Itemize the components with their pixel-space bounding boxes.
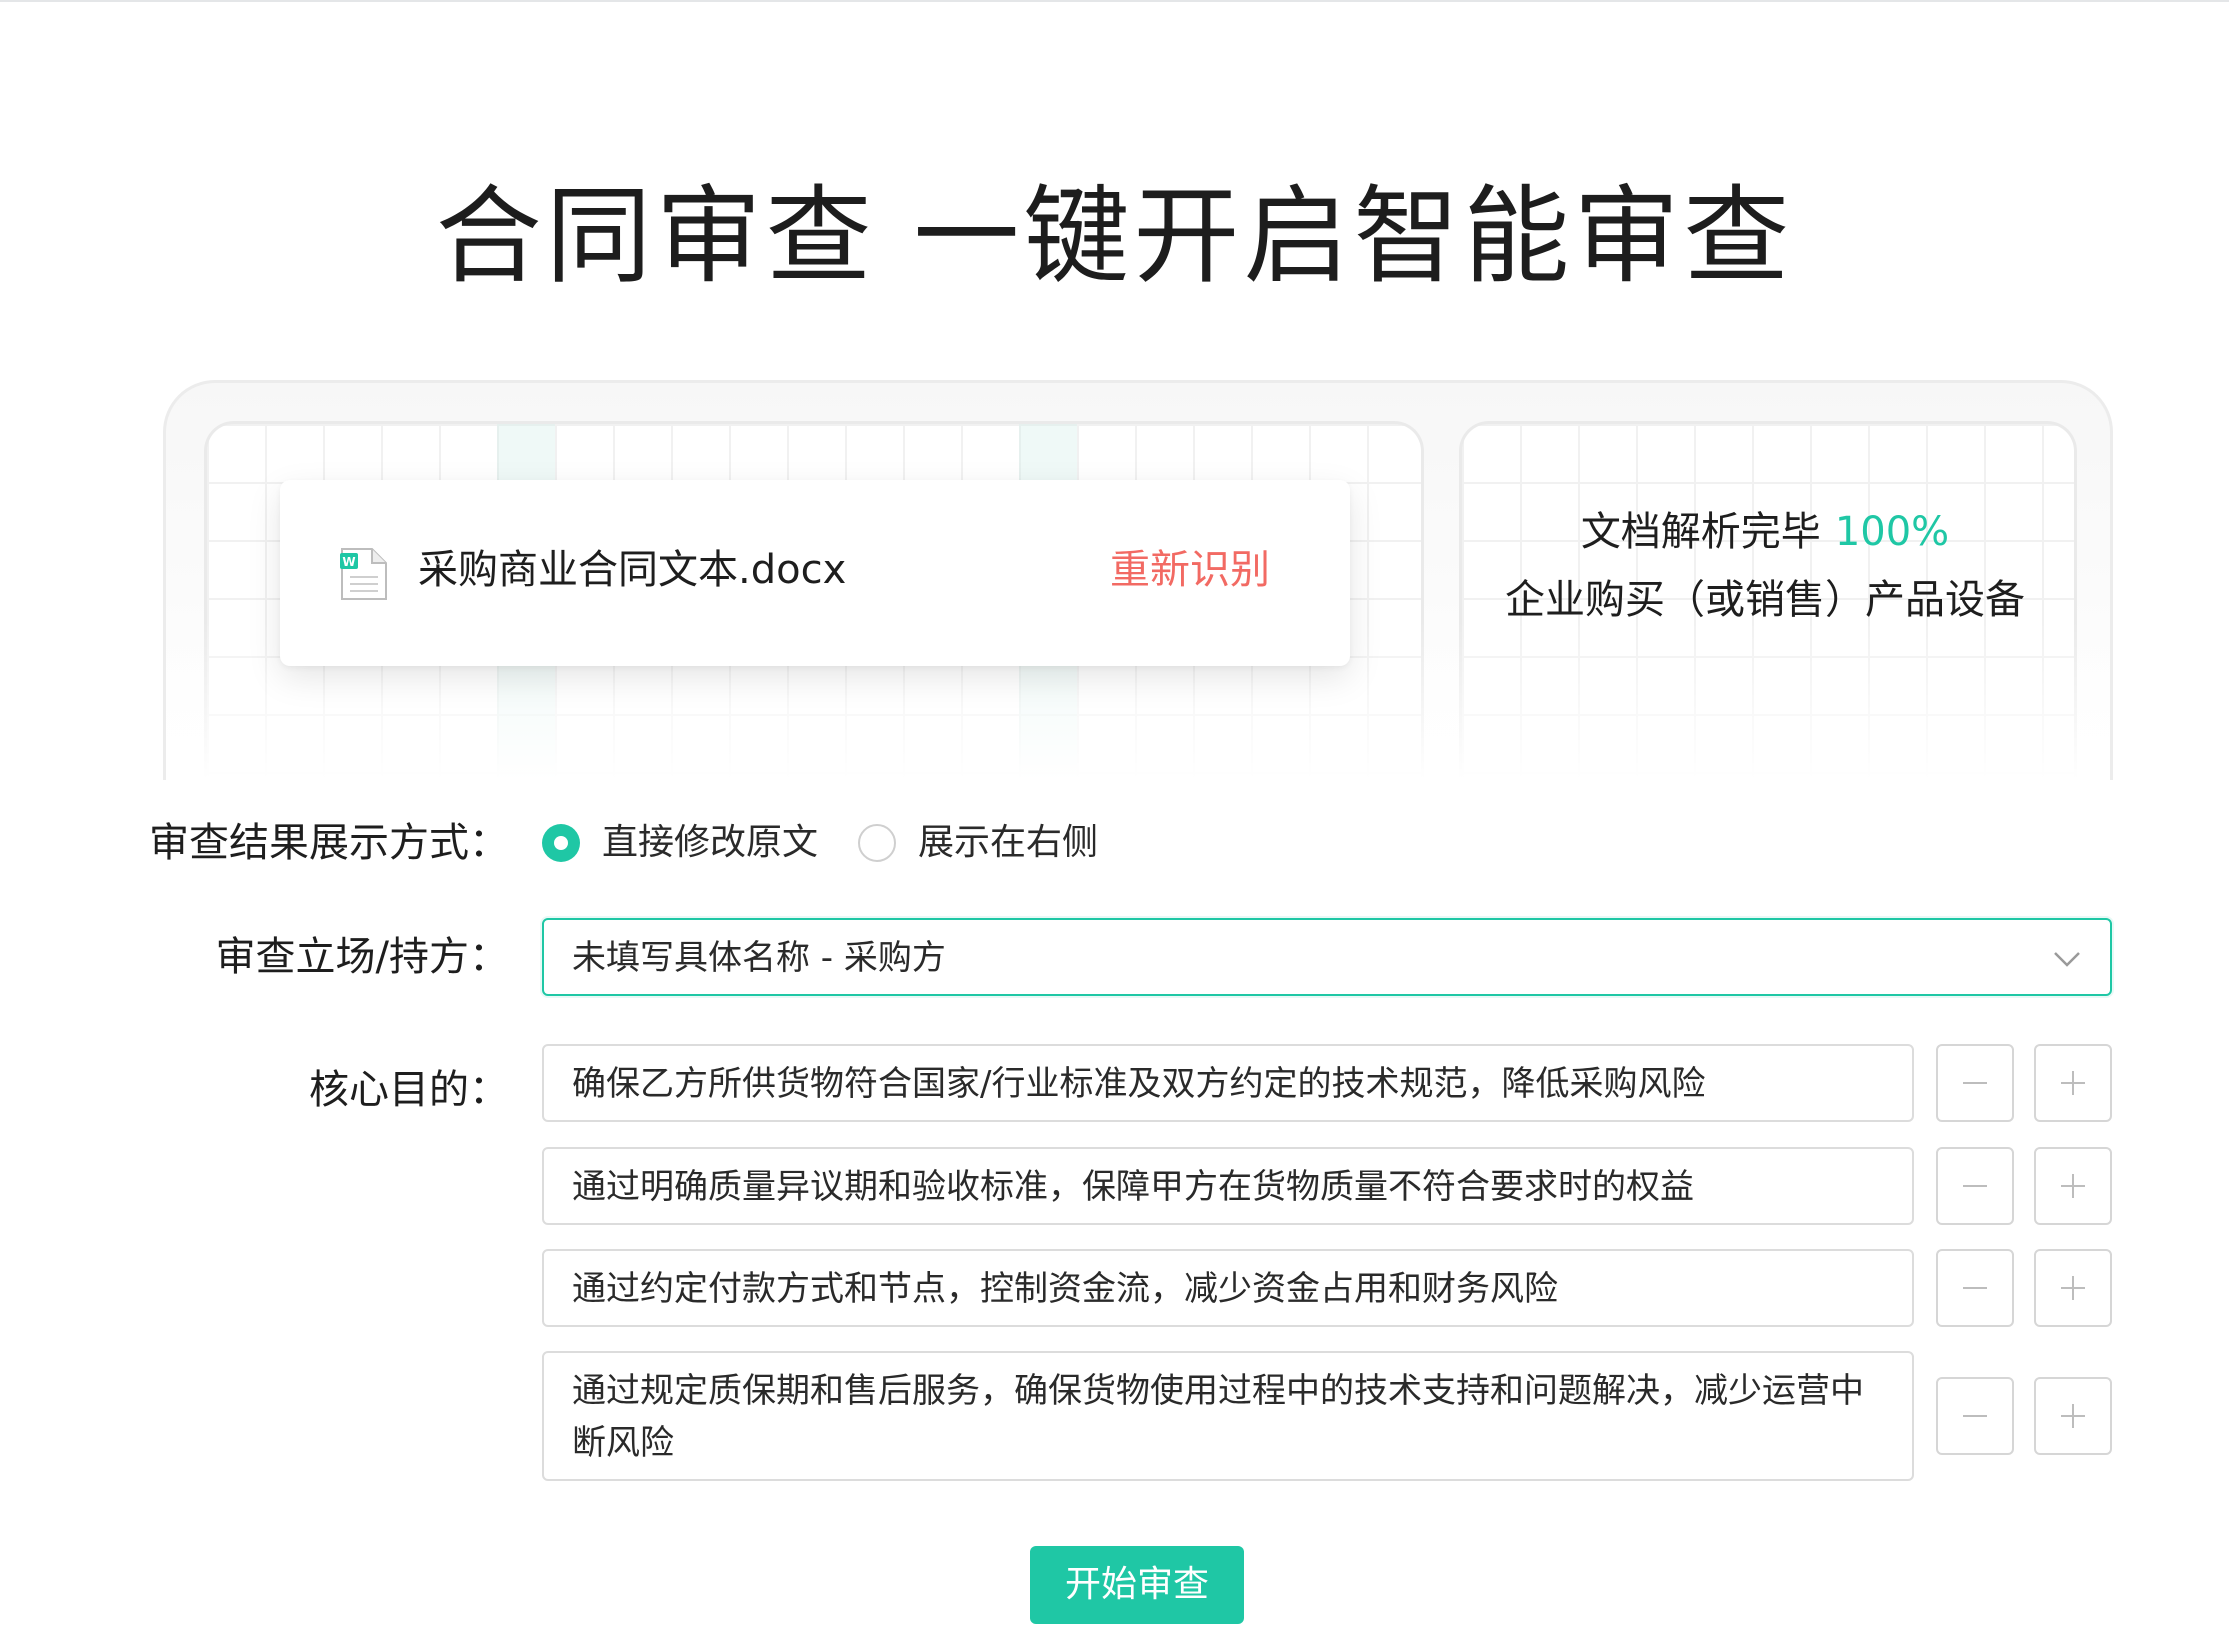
plus-icon — [2061, 1276, 2085, 1300]
chevron-down-icon — [2050, 942, 2084, 976]
remove-goal-button[interactable] — [1936, 1147, 2014, 1225]
word-document-icon: W — [340, 547, 388, 601]
remove-goal-button[interactable] — [1936, 1044, 2014, 1122]
minus-icon — [1963, 1082, 1987, 1084]
parse-progress-value: 100% — [1834, 509, 1950, 555]
stance-label: 审查立场/持方： — [215, 934, 509, 980]
add-goal-button[interactable] — [2034, 1377, 2112, 1455]
radio-edit-original[interactable]: 直接修改原文 — [542, 815, 818, 871]
goal-input-1[interactable]: 确保乙方所供货物符合国家/行业标准及双方约定的技术规范，降低采购风险 — [542, 1044, 1914, 1122]
add-goal-button[interactable] — [2034, 1147, 2112, 1225]
minus-icon — [1963, 1185, 1987, 1187]
goal-input-2[interactable]: 通过明确质量异议期和验收标准，保障甲方在货物质量不符合要求时的权益 — [542, 1147, 1914, 1225]
minus-icon — [1963, 1287, 1987, 1289]
radio-label: 直接修改原文 — [602, 822, 819, 863]
file-name: 采购商业合同文本.docx — [418, 547, 847, 593]
add-goal-button[interactable] — [2034, 1249, 2112, 1327]
stance-select-value: 未填写具体名称 - 采购方 — [572, 938, 946, 978]
radio-checked-icon[interactable] — [542, 824, 580, 862]
radio-label: 展示在右侧 — [918, 822, 1099, 863]
remove-goal-button[interactable] — [1936, 1249, 2014, 1327]
plus-icon — [2061, 1174, 2085, 1198]
page-title: 合同审查 一键开启智能审查 — [435, 175, 1794, 298]
radio-show-right[interactable]: 展示在右侧 — [858, 815, 1098, 871]
stance-select[interactable]: 未填写具体名称 - 采购方 — [542, 918, 2112, 996]
top-divider — [0, 0, 2229, 2]
minus-icon — [1963, 1415, 1987, 1417]
contract-type: 企业购买（或销售）产品设备 — [1505, 577, 2025, 623]
start-review-button[interactable]: 开始审查 — [1030, 1546, 1244, 1624]
display-mode-radio-group: 直接修改原文 展示在右侧 — [542, 815, 1138, 871]
goal-input-3[interactable]: 通过约定付款方式和节点，控制资金流，减少资金占用和财务风险 — [542, 1249, 1914, 1327]
uploaded-file-card: W 采购商业合同文本.docx 重新识别 — [280, 480, 1350, 666]
reparse-button[interactable]: 重新识别 — [1110, 542, 1270, 598]
radio-unchecked-icon[interactable] — [858, 824, 897, 862]
plus-icon — [2061, 1071, 2085, 1095]
add-goal-button[interactable] — [2034, 1044, 2112, 1122]
parse-status: 文档解析完毕 100% — [1456, 500, 2074, 564]
goals-label: 核心目的： — [309, 1067, 509, 1113]
goal-input-4[interactable]: 通过规定质保期和售后服务，确保货物使用过程中的技术支持和问题解决，减少运营中断风… — [542, 1351, 1914, 1481]
svg-text:W: W — [342, 555, 355, 569]
display-mode-label: 审查结果展示方式： — [149, 820, 509, 866]
remove-goal-button[interactable] — [1936, 1377, 2014, 1455]
parse-status-text: 文档解析完毕 — [1580, 509, 1821, 555]
plus-icon — [2061, 1404, 2085, 1428]
